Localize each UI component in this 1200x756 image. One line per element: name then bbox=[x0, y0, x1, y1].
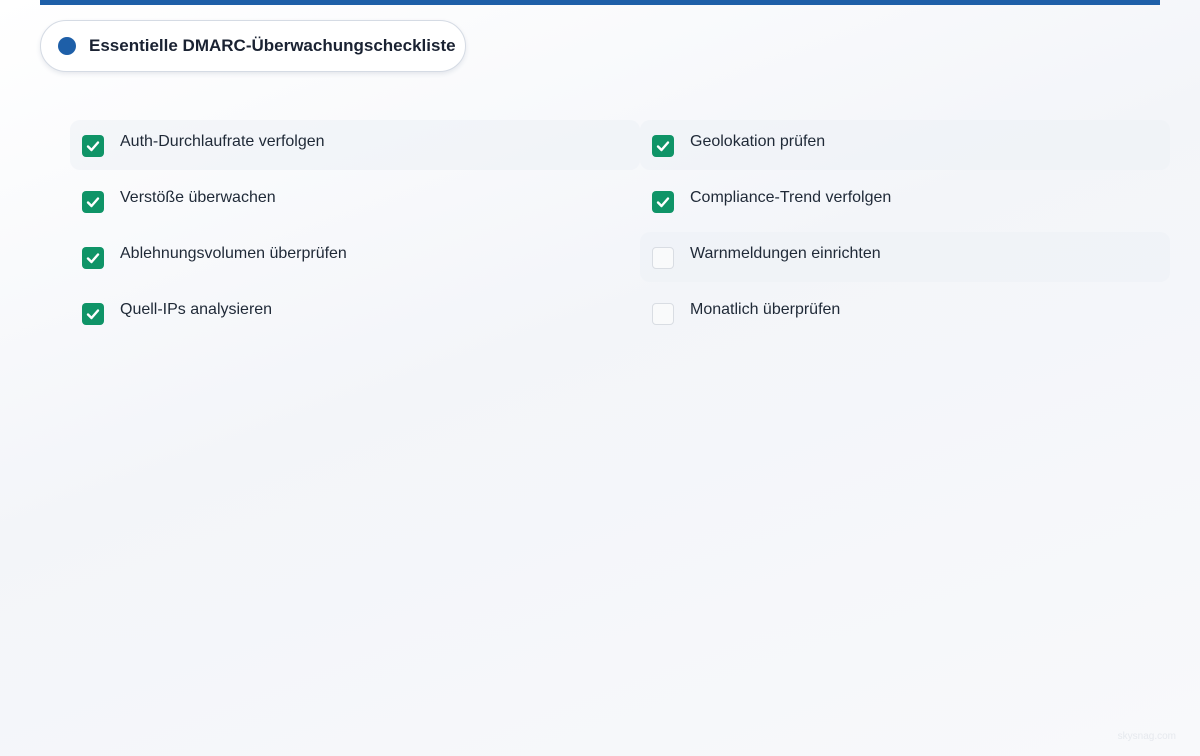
checklist-item-label: Warnmeldungen einrichten bbox=[690, 245, 881, 262]
checklist-grid: Auth-Durchlaufrate verfolgen Geolokation… bbox=[70, 120, 1170, 338]
checklist-item-label: Quell-IPs analysieren bbox=[120, 301, 273, 318]
checklist-item-label: Auth-Durchlaufrate verfolgen bbox=[120, 133, 325, 150]
checklist-item-violations[interactable]: Verstöße überwachen bbox=[70, 176, 640, 226]
checkbox-checked-icon[interactable] bbox=[652, 191, 674, 213]
checklist-item-compliance-trend[interactable]: Compliance-Trend verfolgen bbox=[640, 176, 1170, 226]
checklist-item-label: Ablehnungsvolumen überprüfen bbox=[120, 245, 347, 262]
checklist-item-label: Compliance-Trend verfolgen bbox=[690, 189, 892, 206]
checklist-item-label: Verstöße überwachen bbox=[120, 189, 276, 206]
watermark: skysnag.com bbox=[1117, 731, 1176, 742]
checklist-item-label: Geolokation prüfen bbox=[690, 133, 826, 150]
checklist-item-rejection-volume[interactable]: Ablehnungsvolumen überprüfen bbox=[70, 232, 640, 282]
checklist-item-geolocation[interactable]: Geolokation prüfen bbox=[640, 120, 1170, 170]
title-dot-icon bbox=[58, 37, 76, 55]
checkbox-checked-icon[interactable] bbox=[82, 191, 104, 213]
checkbox-checked-icon[interactable] bbox=[652, 135, 674, 157]
checklist-item-monthly-review[interactable]: Monatlich überprüfen bbox=[640, 288, 1170, 338]
checkbox-checked-icon[interactable] bbox=[82, 303, 104, 325]
checkbox-checked-icon[interactable] bbox=[82, 135, 104, 157]
checklist-item-source-ips[interactable]: Quell-IPs analysieren bbox=[70, 288, 640, 338]
top-accent-bar bbox=[40, 0, 1160, 5]
checklist-title-card: Essentielle DMARC-Überwachungscheckliste bbox=[40, 20, 466, 72]
checklist-item-alerts[interactable]: Warnmeldungen einrichten bbox=[640, 232, 1170, 282]
checkbox-checked-icon[interactable] bbox=[82, 247, 104, 269]
checkbox-unchecked-icon[interactable] bbox=[652, 247, 674, 269]
checklist-item-auth-pass-rate[interactable]: Auth-Durchlaufrate verfolgen bbox=[70, 120, 640, 170]
checklist-item-label: Monatlich überprüfen bbox=[690, 301, 841, 318]
page-title: Essentielle DMARC-Überwachungscheckliste bbox=[89, 36, 456, 55]
checkbox-unchecked-icon[interactable] bbox=[652, 303, 674, 325]
